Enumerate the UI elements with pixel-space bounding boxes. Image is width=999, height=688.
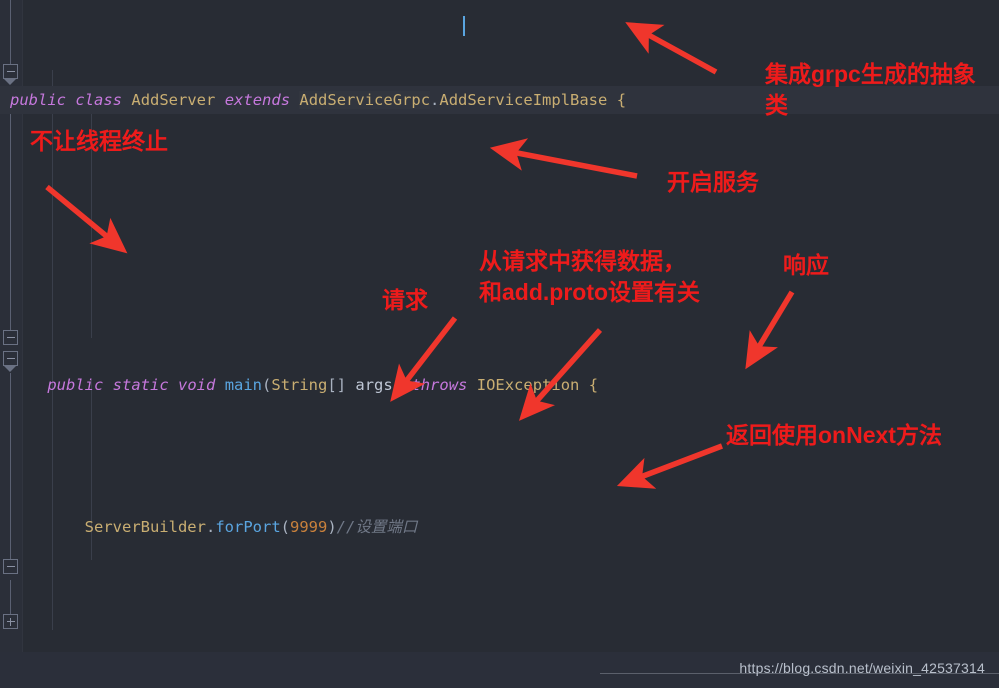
kw-public: public [47,375,104,394]
param-args: args [355,375,393,394]
kw-extends: extends [224,90,291,109]
annotation-keep-thread-alive: 不让线程终止 [30,128,168,154]
kw-class: class [75,90,123,109]
code-line-3[interactable]: public static void main(String[] args) t… [0,371,999,400]
type-addservicegrpc: AddServiceGrpc [299,90,431,109]
type-string: String [271,375,328,394]
method-forport: forPort [215,518,281,536]
dot: . [205,518,216,536]
number-port: 9999 [290,518,328,536]
dot: . [430,90,440,109]
paren: ) [327,518,337,536]
annotation-get-data-from-request: 从请求中获得数据， 和add.proto设置有关 [479,248,701,305]
brace-open: { [588,375,599,394]
class-serverbuilder: ServerBuilder [84,518,206,536]
class-name-addserver: AddServer [131,90,216,109]
paren: ( [262,375,272,394]
method-main: main [224,375,263,394]
kw-static: static [112,375,169,394]
annotation-response: 响应 [783,252,829,278]
text-caret [463,16,465,36]
annotation-start-service: 开启服务 [667,169,759,195]
brace-open: { [616,90,627,109]
kw-public: public [10,90,66,109]
annotation-request: 请求 [382,287,428,313]
screenshot-root: public class AddServer extends AddServic… [0,0,999,688]
paren: ) [392,375,403,394]
watermark-url: https://blog.csdn.net/weixin_42537314 [739,660,985,676]
annotation-use-onnext: 返回使用onNext方法 [726,422,942,448]
code-line-4[interactable]: ServerBuilder.forPort(9999)//设置端口 [0,513,999,542]
annotation-abstract-class: 集成grpc生成的抽象 类 [765,61,976,118]
type-addserviceimplbase: AddServiceImplBase [439,90,608,109]
brackets: [] [327,375,347,394]
type-ioexception: IOException [476,375,580,394]
kw-void: void [178,375,216,394]
comment-set-port: //设置端口 [336,518,418,536]
kw-throws: throws [411,375,468,394]
paren: ( [280,518,290,536]
